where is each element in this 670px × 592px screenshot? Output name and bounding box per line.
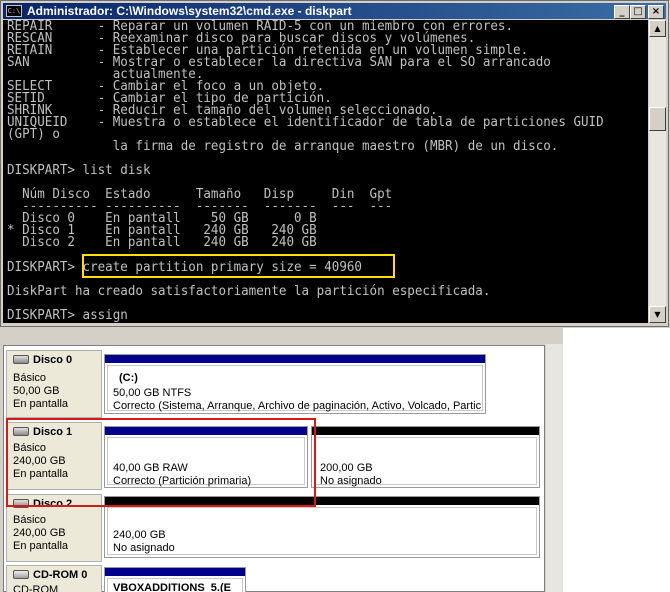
console-scrollbar[interactable]: ▲ ▼ [649,20,666,323]
disk-type: Básico [13,372,47,384]
right-pane [563,328,670,592]
window-title: Administrador: C:\Windows\system32\cmd.e… [27,4,352,18]
scroll-up-arrow-icon[interactable]: ▲ [649,20,666,37]
annotation-box [6,418,316,507]
maximize-button[interactable]: □ [630,5,646,19]
disk-status: En pantalla [13,398,69,410]
cmd-app-icon: C:\ [6,5,22,17]
console-line: DISKPART> assign [7,308,128,323]
console-line: DISKPART> list disk [7,163,151,178]
disk-size: 240,00 GB [13,527,66,539]
scroll-down-arrow-icon[interactable]: ▼ [649,306,666,323]
minimize-button[interactable]: _ [614,5,630,19]
console-line: Disco 2 En pantall 240 GB 240 GB [7,235,317,250]
console-output[interactable]: REPAIR - Reparar un volumen RAID-5 con u… [3,20,648,323]
partition-title: VBOXADDITIONS_5.(E [113,582,231,592]
partition-status: No asignado [113,542,175,554]
disk-label-0[interactable]: Disco 0 Básico 50,00 GB En pantalla [6,350,102,418]
partition-cdrom[interactable]: VBOXADDITIONS_5.(E [104,567,246,592]
partition-title: (C:) [119,372,138,384]
partition-status: Correcto (Sistema, Arranque, Archivo de … [113,400,481,412]
disk-name: Disco 0 [33,354,73,366]
disk-row-0: Disco 0 Básico 50,00 GB En pantalla (C:)… [4,350,544,418]
primary-partition-bar [105,355,485,363]
disk-name: CD-ROM 0 [33,569,88,581]
partition-size: 240,00 GB [113,529,166,541]
unallocated-bar [312,427,539,435]
console-line: DiskPart ha creado satisfactoriamente la… [7,284,491,299]
cdrom-drive-icon [13,570,29,579]
disk-status: En pantalla [13,540,69,552]
disk-management-view: Disco 0 Básico 50,00 GB En pantalla (C:)… [0,328,670,592]
partition-size: 200,00 GB [320,462,373,474]
hard-disk-icon [13,355,29,364]
disk-label-cdrom[interactable]: CD-ROM 0 CD-ROM [6,565,102,592]
disk-size: 50,00 GB [13,385,60,397]
partition-c[interactable]: (C:) 50,00 GB NTFS Correcto (Sistema, Ar… [104,354,486,414]
partition-unallocated-1[interactable]: 200,00 GB No asignado [311,426,540,488]
close-button[interactable]: × [648,5,664,19]
partition-status: No asignado [320,475,382,487]
disk-type: Básico [13,514,47,526]
disk-type: CD-ROM [13,584,59,592]
cmd-window: C:\ Administrador: C:\Windows\system32\c… [0,0,669,327]
disk-list-scrollbar[interactable] [546,344,563,592]
primary-partition-bar [105,568,245,576]
title-bar[interactable]: C:\ Administrador: C:\Windows\system32\c… [3,3,666,19]
scroll-thumb[interactable] [649,107,666,131]
command-highlight-box [82,254,395,278]
disk-row-cdrom: CD-ROM 0 CD-ROM VBOXADDITIONS_5.(E [4,565,544,592]
console-line: UNIQUEID - Muestra o establece el identi… [7,115,604,130]
partition-size-fs: 50,00 GB NTFS [113,387,192,399]
console-line: la firma de registro de arranque maestro… [7,139,559,154]
